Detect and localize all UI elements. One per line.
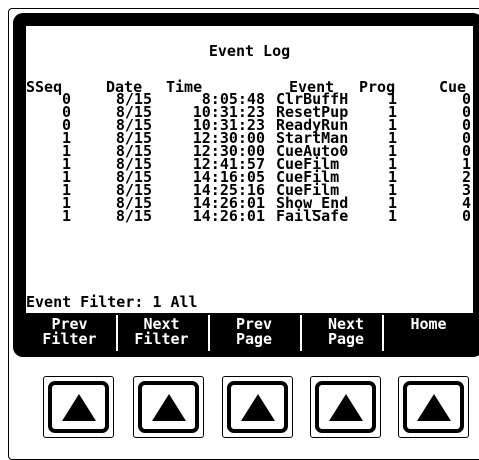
next-page-button[interactable]: Next Page <box>302 313 390 351</box>
cell-cue: 0 <box>461 207 471 225</box>
up-triangle-icon <box>61 393 96 421</box>
home-button[interactable]: Home <box>384 313 473 351</box>
cell-prog: 1 <box>387 207 397 225</box>
cell-event: FailSafe <box>276 207 349 225</box>
up-triangle-icon <box>240 393 275 421</box>
next-filter-label-line2: Filter <box>134 330 189 348</box>
hardware-button-4[interactable] <box>310 376 381 438</box>
next-page-label-line2: Page <box>327 330 365 348</box>
home-label: Home <box>410 315 447 333</box>
screen-title: Event Log <box>208 42 291 60</box>
hardware-button-3[interactable] <box>222 376 293 438</box>
cell-time: 14:26:01 <box>192 207 265 225</box>
event-filter-label: Event Filter: <box>26 293 144 311</box>
prev-page-button[interactable]: Prev Page <box>210 313 298 351</box>
prev-filter-button[interactable]: Prev Filter <box>26 313 113 351</box>
hardware-button-2[interactable] <box>133 376 204 438</box>
next-filter-button[interactable]: Next Filter <box>118 313 205 351</box>
cell-date: 8/15 <box>115 207 152 225</box>
up-triangle-icon <box>328 393 363 421</box>
prev-page-label-line2: Page <box>235 330 273 348</box>
hardware-button-5[interactable] <box>398 376 469 438</box>
hardware-button-1[interactable] <box>43 376 114 438</box>
event-filter-status: Event Filter: 1 All <box>26 294 198 310</box>
event-filter-value: 1 All <box>152 293 198 311</box>
up-triangle-icon <box>416 393 451 421</box>
softkey-bar: Prev Filter Next Filter Prev Page Next P… <box>26 313 473 351</box>
table-row: 1 8/15 14:26:01 FailSafe 1 0 <box>26 207 473 225</box>
cell-sseq: 1 <box>61 207 71 225</box>
up-triangle-icon <box>151 393 186 421</box>
prev-filter-label-line2: Filter <box>42 330 97 348</box>
lcd-screen: Event Log SSeq Date Time Event Prog Cue … <box>26 26 473 313</box>
